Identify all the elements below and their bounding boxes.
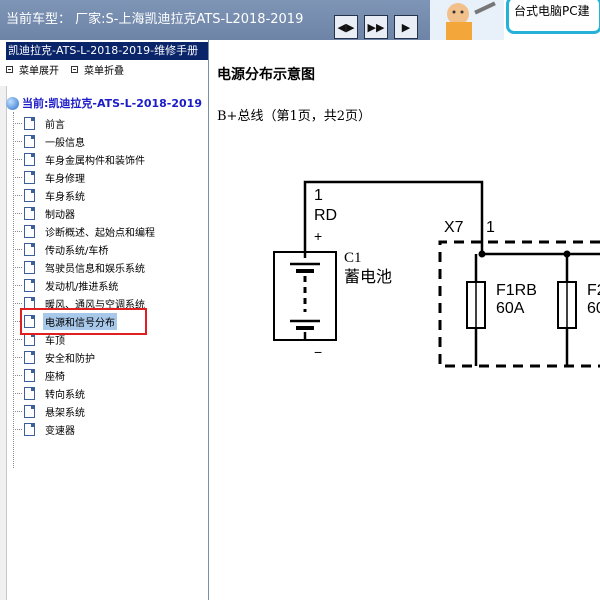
tree-item-label: 变速器 <box>45 425 75 437</box>
current-model-title: 当前车型： 厂家:S-上海凯迪拉克ATS-L2018-2019 <box>6 12 306 40</box>
wire-pin-label: 1 <box>314 187 323 204</box>
document-icon <box>24 386 35 400</box>
connector-pin-label: 1 <box>486 219 495 236</box>
current-model-prefix: 当前车型： <box>6 12 72 27</box>
nav-next-button[interactable]: ▶ <box>394 15 418 39</box>
tree-item-safety[interactable]: 安全和防护 <box>13 348 97 366</box>
collapse-icon <box>71 66 78 73</box>
battery-id-label: C1 <box>344 250 362 266</box>
battery-name-label: 蓄电池 <box>344 267 392 286</box>
manual-title: 凯迪拉克-ATS-L-2018-2019-维修手册 <box>6 42 208 60</box>
tree-item-label: 车身修理 <box>45 173 85 185</box>
current-model-value: 厂家:S-上海凯迪拉克ATS-L2018-2019 <box>75 12 304 27</box>
tree-item-brakes[interactable]: 制动器 <box>13 204 77 222</box>
fuse2-name-label: F2 <box>587 282 600 299</box>
document-icon <box>24 278 35 292</box>
expand-menu-button[interactable]: 菜单展开 <box>6 62 59 77</box>
sidebar-scroll-strip[interactable] <box>0 86 7 600</box>
tree-item-label: 悬架系统 <box>45 407 85 419</box>
tree-item-label: 发动机/推进系统 <box>45 281 119 293</box>
document-icon <box>24 242 35 256</box>
tree-item-label: 诊断概述、起始点和编程 <box>45 227 155 239</box>
tree-item-steering[interactable]: 转向系统 <box>13 384 87 402</box>
document-icon <box>24 368 35 382</box>
tree-item-label: 传动系统/车桥 <box>45 245 109 257</box>
tree-root-label: 当前:凯迪拉克-ATS-L-2018-2019 <box>22 97 202 110</box>
tree-item-seats[interactable]: 座椅 <box>13 366 67 384</box>
document-icon <box>24 188 35 202</box>
tree-item-transmission[interactable]: 变速器 <box>13 420 77 438</box>
junction-dot-1 <box>478 250 486 258</box>
promo-mascot-image <box>430 0 506 40</box>
document-icon <box>24 350 35 364</box>
fuse1-name-label: F1RB <box>496 282 537 299</box>
expand-icon <box>6 66 13 73</box>
tree-root[interactable]: 当前:凯迪拉克-ATS-L-2018-2019 <box>6 95 202 111</box>
fuse2-rating-label: 60 <box>587 300 600 317</box>
document-icon <box>24 170 35 184</box>
content-pane: 电源分布示意图 B+总线（第1页，共2页） 1 RD + − C1 蓄电池 X7… <box>209 40 600 600</box>
tree-item-body-metal-trim[interactable]: 车身金属构件和装饰件 <box>13 150 147 168</box>
expand-menu-label: 菜单展开 <box>19 66 59 77</box>
collapse-menu-label: 菜单折叠 <box>84 66 124 77</box>
tree-item-label: 座椅 <box>45 371 65 383</box>
tree-item-label: 一般信息 <box>45 137 85 149</box>
nav-prev-button[interactable]: ◀▶ <box>334 15 358 39</box>
selection-highlight-box <box>20 308 147 335</box>
document-icon <box>24 206 35 220</box>
tree-item-label: 安全和防护 <box>45 353 95 365</box>
tree-item-label: 制动器 <box>45 209 75 221</box>
tree-item-diagnostics[interactable]: 诊断概述、起始点和编程 <box>13 222 157 240</box>
battery-plus-label: + <box>314 228 322 244</box>
tree-item-label: 车身金属构件和装饰件 <box>45 155 145 167</box>
tree-item-infotainment[interactable]: 驾驶员信息和娱乐系统 <box>13 258 147 276</box>
battery-minus-label: − <box>314 344 322 360</box>
tree-item-body-systems[interactable]: 车身系统 <box>13 186 87 204</box>
promo-text: 台式电脑PC建 <box>514 4 590 18</box>
connector-label: X7 <box>444 219 464 236</box>
wire-color-label: RD <box>314 207 337 224</box>
collapse-menu-button[interactable]: 菜单折叠 <box>71 62 124 77</box>
document-icon <box>24 260 35 274</box>
document-icon <box>24 152 35 166</box>
top-header-bar: 当前车型： 厂家:S-上海凯迪拉克ATS-L2018-2019 ◀▶ ▶▶ ▶ … <box>0 0 600 40</box>
tree-item-general-info[interactable]: 一般信息 <box>13 132 87 150</box>
tree-item-preface[interactable]: 前言 <box>13 114 67 132</box>
tree-item-suspension[interactable]: 悬架系统 <box>13 402 87 420</box>
tree-item-label: 转向系统 <box>45 389 85 401</box>
menu-toolbar: 菜单展开 菜单折叠 <box>6 62 124 77</box>
document-icon <box>24 134 35 148</box>
globe-icon <box>6 96 19 110</box>
document-icon <box>24 224 35 238</box>
promo-banner[interactable]: 台式电脑PC建 <box>504 0 600 40</box>
document-icon <box>24 422 35 436</box>
fuse1-rating-label: 60A <box>496 300 525 317</box>
wiring-diagram: 1 RD + − C1 蓄电池 X7 1 F1RB 60A F 6 <box>273 180 600 368</box>
tree-item-driveline[interactable]: 传动系统/车桥 <box>13 240 110 258</box>
document-icon <box>24 116 35 130</box>
manual-sidebar: 凯迪拉克-ATS-L-2018-2019-维修手册 菜单展开 菜单折叠 当前:凯… <box>0 40 209 600</box>
document-icon <box>24 404 35 418</box>
tree-item-engine[interactable]: 发动机/推进系统 <box>13 276 120 294</box>
nav-fast-forward-button[interactable]: ▶▶ <box>364 15 388 39</box>
tree-item-label: 驾驶员信息和娱乐系统 <box>45 263 145 275</box>
tree-item-label: 前言 <box>45 119 65 131</box>
tree-item-label: 车身系统 <box>45 191 85 203</box>
tree-item-body-repair[interactable]: 车身修理 <box>13 168 87 186</box>
